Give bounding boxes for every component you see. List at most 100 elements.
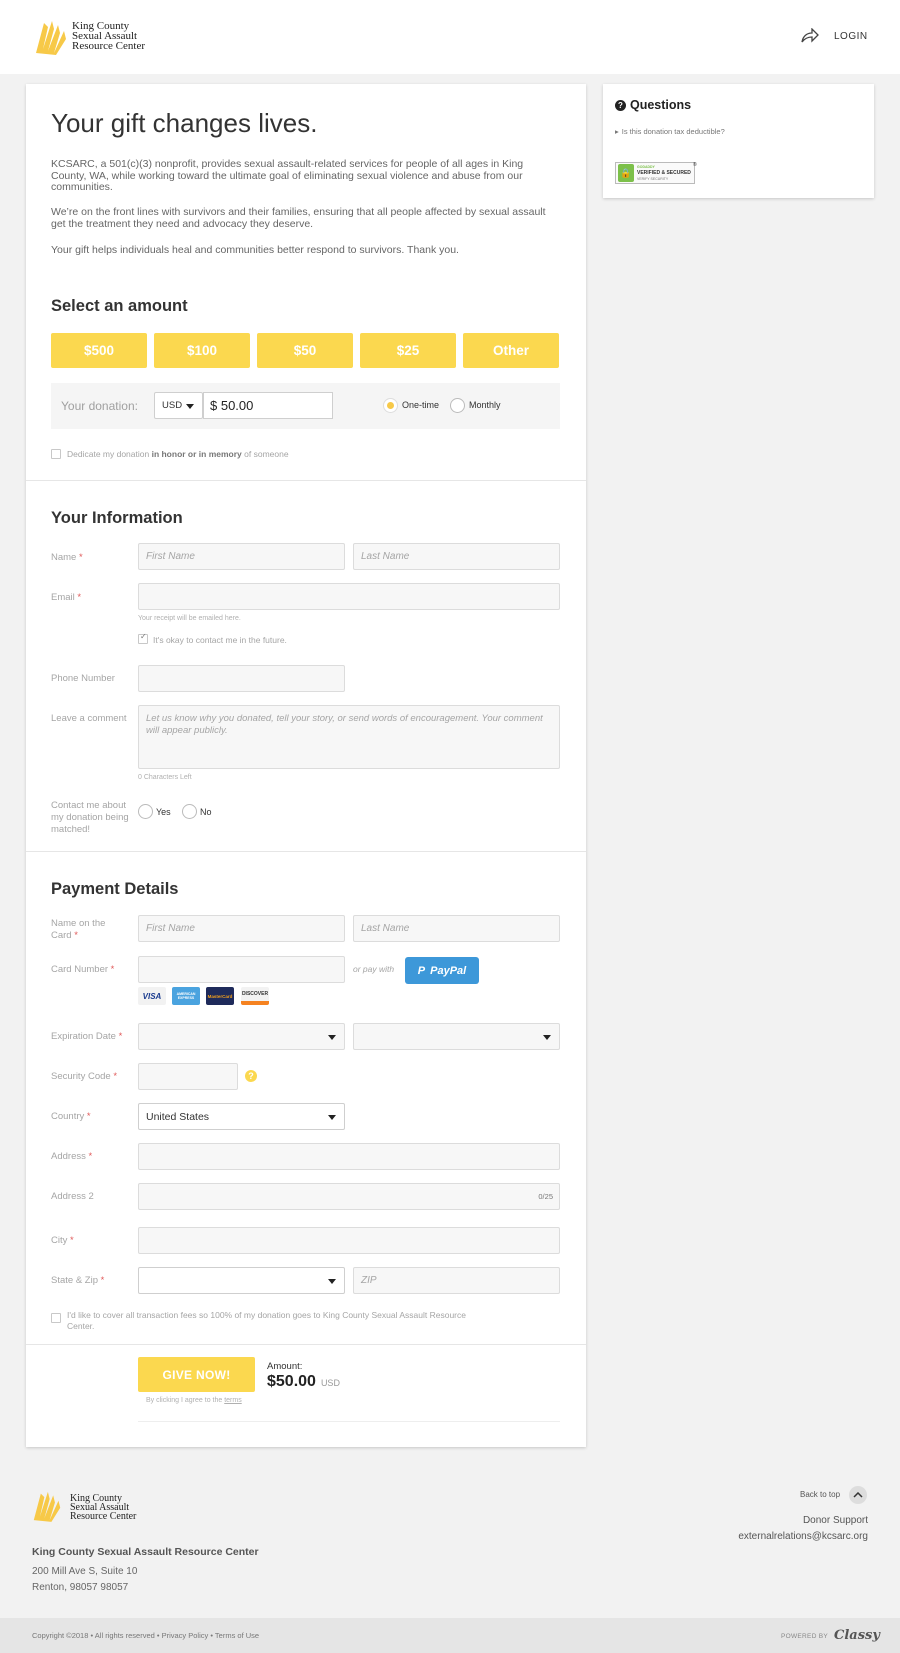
required-marker: *	[86, 1111, 91, 1122]
city-input[interactable]	[138, 1227, 560, 1254]
tax-deductible-link[interactable]: ▸ Is this donation tax deductible?	[615, 127, 725, 136]
monthly-label: Monthly	[469, 400, 501, 410]
security-code-label-text: Security Code	[51, 1071, 111, 1082]
paypal-button[interactable]: P PayPal	[405, 957, 479, 984]
amount-100-button[interactable]: $100	[154, 333, 250, 368]
address-label: Address *	[51, 1151, 92, 1163]
terms-text: By clicking I agree to the terms	[146, 1397, 242, 1404]
support-email-link[interactable]: externalrelations@kcsarc.org	[738, 1531, 868, 1542]
amount-total: $50.00 USD	[267, 1373, 340, 1391]
discover-card-icon: DISCOVER	[241, 987, 269, 1005]
amount-50-button[interactable]: $50	[257, 333, 353, 368]
donation-amount-input[interactable]: $ 50.00	[203, 392, 333, 419]
copyright-text: Copyright ©2018 • All rights reserved • …	[32, 1631, 260, 1640]
logo-line-3: Resource Center	[70, 1510, 137, 1522]
zip-input[interactable]: ZIP	[353, 1267, 560, 1294]
questions-heading: ? Questions	[615, 98, 691, 112]
email-label: Email *	[51, 592, 81, 604]
comment-textarea[interactable]: Let us know why you donated, tell your s…	[138, 705, 560, 769]
match-no-radio[interactable]	[182, 804, 197, 819]
required-marker: *	[110, 964, 115, 975]
login-link[interactable]: LOGIN	[834, 31, 868, 42]
paypal-icon: P	[417, 964, 426, 977]
classy-logo[interactable]: Classy	[834, 1628, 880, 1643]
match-yes-label: Yes	[156, 807, 171, 817]
chevron-down-icon	[328, 1279, 336, 1284]
chevron-down-icon	[543, 1035, 551, 1040]
chevron-up-icon[interactable]	[849, 1486, 867, 1504]
cover-fees-checkbox[interactable]	[51, 1313, 61, 1323]
footer-address-2: Renton, 98057 98057	[32, 1582, 129, 1593]
dedicate-text-post: of someone	[241, 449, 289, 459]
footer-logo[interactable]: King County Sexual Assault Resource Cent…	[32, 1490, 136, 1524]
help-question-icon[interactable]: ?	[245, 1070, 257, 1082]
chevron-down-icon	[186, 404, 194, 409]
expiration-label: Expiration Date *	[51, 1031, 122, 1043]
comment-label: Leave a comment	[51, 713, 127, 724]
intro-paragraph-2: We’re on the front lines with survivors …	[51, 206, 546, 230]
cover-fees-label: I'd like to cover all transaction fees s…	[67, 1310, 466, 1331]
card-last-name-input[interactable]: Last Name	[353, 915, 560, 942]
name-label-text: Name	[51, 552, 77, 563]
monthly-radio[interactable]	[450, 398, 465, 413]
chars-left-counter: 0 Characters Left	[138, 774, 192, 781]
country-select[interactable]: United States	[138, 1103, 345, 1130]
chevron-down-icon	[328, 1115, 336, 1120]
country-label: Country *	[51, 1111, 91, 1123]
expiration-month-select[interactable]	[138, 1023, 345, 1050]
amount-500-button[interactable]: $500	[51, 333, 147, 368]
tax-deductible-link-text: Is this donation tax deductible?	[621, 127, 725, 136]
address2-label: Address 2	[51, 1191, 94, 1202]
back-to-top-link[interactable]: Back to top	[800, 1490, 840, 1499]
expiration-year-select[interactable]	[353, 1023, 560, 1050]
intro-paragraph-1: KCSARC, a 501(c)(3) nonprofit, provides …	[51, 158, 524, 193]
name-on-card-label: Name on the Card *	[51, 918, 126, 942]
required-marker: *	[88, 1151, 93, 1162]
caret-right-icon: ▸	[615, 127, 619, 136]
email-label-text: Email	[51, 592, 75, 603]
city-label: City *	[51, 1235, 74, 1247]
dedicate-checkbox[interactable]	[51, 449, 61, 459]
site-logo[interactable]: King County Sexual Assault Resource Cent…	[34, 19, 145, 55]
email-input[interactable]	[138, 583, 560, 610]
match-yes-radio[interactable]	[138, 804, 153, 819]
amount-other-button[interactable]: Other	[463, 333, 559, 368]
terms-link[interactable]: terms	[224, 1397, 242, 1404]
share-arrow-icon[interactable]	[801, 27, 819, 49]
questions-title: Questions	[630, 98, 692, 112]
or-pay-with-text: or pay with	[353, 964, 395, 974]
city-label-text: City	[51, 1235, 68, 1246]
country-value: United States	[146, 1110, 210, 1123]
phone-input[interactable]	[138, 665, 345, 692]
last-name-input[interactable]: Last Name	[353, 543, 560, 570]
dedicate-label: Dedicate my donation in honor or in memo…	[67, 449, 289, 459]
card-number-input[interactable]	[138, 956, 345, 983]
first-name-input[interactable]: First Name	[138, 543, 345, 570]
required-marker: *	[74, 930, 78, 941]
amount-total-currency: USD	[320, 1378, 340, 1388]
card-number-label: Card Number *	[51, 964, 114, 976]
amount-total-value: $50.00	[267, 1373, 316, 1390]
state-zip-label-text: State & Zip	[51, 1275, 98, 1286]
amount-25-button[interactable]: $25	[360, 333, 456, 368]
verified-secured-badge[interactable]: 🔒 GODADDY VERIFIED & SECURED VERIFY SECU…	[615, 162, 695, 184]
card-first-name-input[interactable]: First Name	[138, 915, 345, 942]
contact-ok-checkbox[interactable]: ✓	[138, 632, 148, 644]
one-time-radio[interactable]	[383, 398, 398, 413]
section-divider	[26, 851, 586, 852]
donor-support-label: Donor Support	[802, 1515, 868, 1526]
terms-text-pre: By clicking I agree to the	[146, 1397, 225, 1404]
state-select[interactable]	[138, 1267, 345, 1294]
currency-select[interactable]: USD	[154, 392, 203, 419]
amount-label: Amount:	[267, 1361, 303, 1372]
currency-value: USD	[162, 400, 183, 411]
your-donation-label: Your donation:	[61, 399, 138, 413]
security-code-input[interactable]	[138, 1063, 238, 1090]
logo-mark-icon	[34, 19, 68, 55]
address-input[interactable]	[138, 1143, 560, 1170]
address2-input[interactable]: 0/25	[138, 1183, 560, 1210]
email-help-text: Your receipt will be emailed here.	[138, 615, 241, 622]
site-header: King County Sexual Assault Resource Cent…	[0, 0, 900, 74]
match-no-label: No	[200, 807, 212, 817]
give-now-button[interactable]: GIVE NOW!	[138, 1357, 255, 1392]
